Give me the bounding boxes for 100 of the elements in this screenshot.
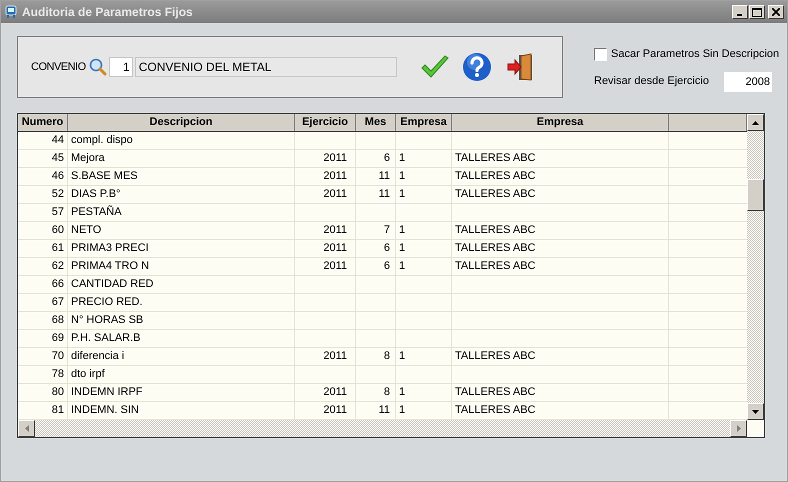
table-cell-text: 2011 [322, 385, 348, 400]
table-cell-text: 2011 [322, 349, 348, 364]
ejercicio-label: Revisar desde Ejercicio [594, 74, 710, 90]
table-cell-text: diferencia i [70, 349, 126, 364]
column-header[interactable]: Numero [18, 114, 68, 131]
table-cell-text: 7 [382, 223, 391, 238]
table-cell-text: 2011 [322, 403, 348, 418]
table-cell-text: 8 [382, 349, 391, 364]
table-cell-text: 8 [382, 385, 391, 400]
table-cell-text: 6 [382, 241, 391, 256]
table-cell-text: 11 [378, 169, 391, 184]
table-cell-text: 1 [398, 241, 406, 256]
window-title: Auditoria de Parametros Fijos [22, 4, 193, 21]
table-cell-text: 1 [398, 385, 406, 400]
column-header[interactable]: Mes [356, 114, 396, 131]
convenio-label: CONVENIO [31, 60, 86, 75]
table-cell-text: INDEMN IRPF [70, 385, 144, 400]
table-cell-text: 70 [50, 349, 65, 364]
table-cell-text: 1 [398, 403, 406, 418]
table-cell-text: TALLERES ABC [454, 151, 536, 166]
table-cell-text: 66 [50, 277, 65, 292]
left-arrow-icon [24, 425, 28, 432]
search-button[interactable] [88, 57, 108, 77]
table-cell-text: 2011 [322, 259, 348, 274]
table-cell-text: 11 [378, 403, 391, 418]
table-cell-text: P.H. SALAR.B [70, 331, 142, 346]
table-cell-text: 1 [398, 259, 406, 274]
maximize-button[interactable] [749, 5, 765, 19]
scroll-down-button[interactable] [747, 403, 764, 420]
table-cell-text: CANTIDAD RED [70, 277, 155, 292]
table-cell-text: 2011 [322, 187, 348, 202]
table-cell-text: TALLERES ABC [454, 187, 536, 202]
column-header[interactable]: Empresa [452, 114, 669, 131]
table-cell-text: 78 [50, 367, 65, 382]
table-cell-text: Mejora [70, 151, 106, 166]
scroll-left-button[interactable] [18, 420, 35, 437]
checkbox[interactable] [594, 48, 607, 61]
table-cell-text: 60 [50, 223, 65, 238]
close-button[interactable] [768, 5, 784, 19]
table-cell-text: 2011 [322, 151, 348, 166]
checkmark-icon [420, 55, 450, 79]
table-cell-text: 2011 [322, 169, 348, 184]
table-cell-text: 6 [382, 151, 391, 166]
table-cell-text: INDEMN. SIN [70, 403, 140, 418]
column-header[interactable]: Descripcion [68, 114, 295, 131]
table-cell-text: 6 [382, 259, 391, 274]
table-cell-text: PRIMA3 PRECI [70, 241, 150, 256]
minimize-button[interactable] [732, 5, 748, 19]
table-cell-text: S.BASE MES [70, 169, 139, 184]
table-cell-text: 46 [50, 169, 65, 184]
table-cell-text: TALLERES ABC [454, 385, 536, 400]
table-cell-text: TALLERES ABC [454, 403, 536, 418]
table-cell-text: 1 [398, 187, 406, 202]
table-cell-text: TALLERES ABC [454, 223, 536, 238]
table-cell-text: dto irpf [70, 367, 106, 382]
scroll-up-button[interactable] [747, 114, 764, 131]
table-cell-text: 2011 [322, 241, 348, 256]
table-cell-text: 57 [50, 205, 65, 220]
table-cell-text: 67 [50, 295, 65, 310]
search-icon [88, 58, 107, 76]
horizontal-scrollbar[interactable] [18, 420, 747, 437]
table-cell-text: PRECIO RED. [70, 295, 144, 310]
table-cell-text: 1 [398, 223, 406, 238]
column-header[interactable]: Empresa [396, 114, 452, 131]
table-cell-text: 11 [378, 187, 391, 202]
table-cell-text: compl. dispo [70, 133, 134, 148]
table-cell-text: 1 [398, 169, 406, 184]
scroll-right-button[interactable] [730, 420, 747, 437]
table-cell-text: N° HORAS SB [70, 313, 144, 328]
column-header[interactable]: Ejercicio [295, 114, 356, 131]
help-button[interactable] [460, 51, 493, 83]
table-cell-text: TALLERES ABC [454, 259, 536, 274]
table-cell-text: 62 [50, 259, 65, 274]
table-cell-text: 80 [50, 385, 65, 400]
table-cell-text: 61 [50, 241, 65, 256]
up-arrow-icon [752, 120, 759, 124]
table-cell-text: 44 [50, 133, 65, 148]
checkbox-label: Sacar Parametros Sin Descripcion [611, 47, 780, 62]
table-cell-text: PRIMA4 TRO N [70, 259, 150, 274]
convenio-code-field[interactable]: 1 [108, 57, 133, 77]
table-cell-text: 69 [50, 331, 65, 346]
ejercicio-field[interactable]: 2008 [724, 72, 772, 92]
table-cell-text: 1 [398, 349, 406, 364]
table-cell-text: 81 [50, 403, 65, 418]
table-cell-text: TALLERES ABC [454, 241, 536, 256]
table-cell-text: TALLERES ABC [454, 169, 536, 184]
table-cell-text: TALLERES ABC [454, 349, 536, 364]
scroll-thumb[interactable] [747, 179, 764, 211]
table-cell-text: DIAS P.B° [70, 187, 122, 202]
right-arrow-icon [736, 425, 740, 432]
table-cell-text: 1 [398, 151, 406, 166]
table-cell-text: PESTAÑA [70, 204, 123, 220]
table-cell-text: 2011 [322, 223, 348, 238]
table-cell-text: NETO [70, 223, 102, 238]
table-cell-text: 52 [50, 187, 65, 202]
close-icon [772, 8, 780, 16]
app-icon [4, 5, 18, 19]
vertical-scrollbar[interactable] [747, 114, 764, 420]
convenio-name-field: CONVENIO DEL METAL [134, 57, 397, 77]
table-cell-text: 68 [50, 313, 65, 328]
